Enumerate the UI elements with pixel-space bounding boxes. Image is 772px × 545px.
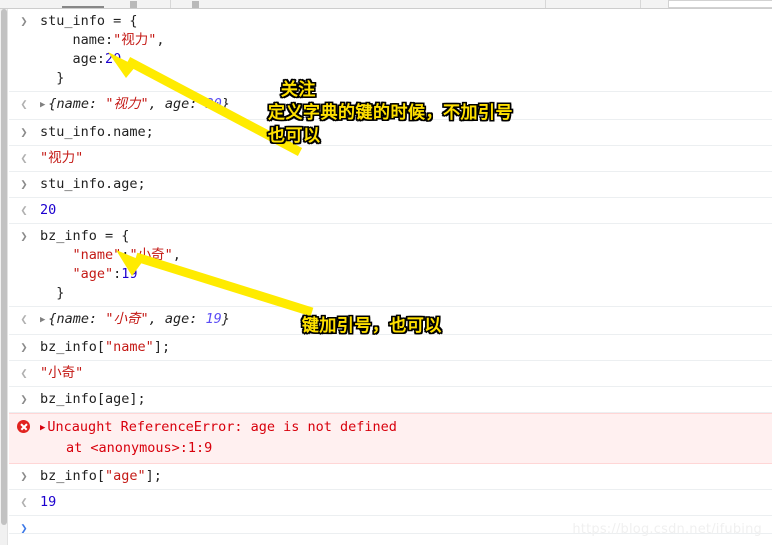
code-token: bz_info[ xyxy=(40,339,106,355)
row-input-bz-info-bracket-age-quoted-text: bz_info["age"]; xyxy=(40,467,772,486)
code-token: = xyxy=(113,13,130,29)
devtools-toolbar[interactable] xyxy=(0,0,772,9)
code-token: 19 xyxy=(205,311,222,327)
row-input-bz-info-assign[interactable]: ❯ bz_info = { "name":"小奇", "age":19 } xyxy=(9,224,772,307)
error-message-line1: Uncaught ReferenceError: age is not defi… xyxy=(47,419,397,435)
row-error-reference-error[interactable]: ▶ Uncaught ReferenceError: age is not def… xyxy=(9,413,772,464)
row-output-stu-info-object[interactable]: ❮ ▶ {name: "视力", age: 20} xyxy=(9,92,772,120)
row-input-bz-info-bracket-name[interactable]: ❯ bz_info["name"]; xyxy=(9,335,772,361)
input-prompt-icon: ❯ xyxy=(20,469,28,483)
row-input-stu-info-name-text: stu_info.name; xyxy=(40,123,772,142)
error-icon xyxy=(17,420,30,433)
code-token: "age" xyxy=(72,266,114,282)
code-token: "视力" xyxy=(40,150,84,166)
row-output-bz-info-bracket-name-text: "小奇" xyxy=(40,364,772,383)
code-token: "name" xyxy=(105,339,154,355)
row-output-bz-info-bracket-age-quoted[interactable]: ❮ 19 xyxy=(9,490,772,516)
toolbar-divider xyxy=(545,0,546,8)
filter-input[interactable] xyxy=(668,0,772,8)
toolbar-divider xyxy=(170,0,171,8)
row-input-stu-info-assign-text: stu_info = { name:"视力", age:20 } xyxy=(40,12,772,88)
row-input-stu-info-age-text: stu_info.age; xyxy=(40,175,772,194)
input-prompt-icon: ❯ xyxy=(20,177,28,191)
code-token: "视力" xyxy=(113,32,157,48)
output-marker-icon: ❮ xyxy=(20,312,28,326)
row-output-stu-info-name[interactable]: ❮ "视力" xyxy=(9,146,772,172)
input-prompt-icon: ❯ xyxy=(20,125,28,139)
console-scrollbar[interactable] xyxy=(0,9,8,545)
row-output-stu-info-object-text: ▶ {name: "视力", age: 20} xyxy=(40,95,772,116)
code-token: stu_info.age; xyxy=(40,176,146,192)
code-token: "小奇" xyxy=(129,247,173,263)
error-message: ▶ Uncaught ReferenceError: age is not def… xyxy=(40,418,772,458)
code-token: , age: xyxy=(148,96,206,112)
code-token: "视力" xyxy=(105,96,149,112)
code-token: } xyxy=(56,70,65,86)
row-output-bz-info-bracket-name[interactable]: ❮ "小奇" xyxy=(9,361,772,387)
code-token: stu_info xyxy=(40,13,114,29)
code-token: "age" xyxy=(105,468,146,484)
row-input-bz-info-bracket-age-unquoted-text: bz_info[age]; xyxy=(40,390,772,409)
row-output-bz-info-object-text: ▶ {name: "小奇", age: 19} xyxy=(40,310,772,331)
output-marker-icon: ❮ xyxy=(20,97,28,111)
input-prompt-icon: ❯ xyxy=(20,521,28,535)
clear-console-icon[interactable] xyxy=(130,1,137,8)
row-input-bz-info-bracket-name-text: bz_info["name"]; xyxy=(40,338,772,357)
code-token: 20 xyxy=(40,202,57,218)
code-token: ]; xyxy=(153,339,171,355)
console-message-list: ❯ stu_info = { name:"视力", age:20 } ❮ ▶ {name… xyxy=(9,9,772,535)
row-input-stu-info-age[interactable]: ❯ stu_info.age; xyxy=(9,172,772,198)
expand-caret-icon[interactable]: ▶ xyxy=(40,96,45,115)
code-token: 19 xyxy=(121,266,138,282)
code-token: bz_info[ xyxy=(40,468,106,484)
code-token: } xyxy=(56,285,65,301)
code-token: "name" xyxy=(72,247,122,263)
input-prompt-icon: ❯ xyxy=(20,340,28,354)
code-token: bz_info xyxy=(40,228,106,244)
output-marker-icon: ❮ xyxy=(20,203,28,217)
input-prompt-icon: ❯ xyxy=(20,14,28,28)
code-token: "小奇" xyxy=(105,311,149,327)
code-token: ]; xyxy=(145,468,162,484)
code-token: "小奇" xyxy=(40,365,84,381)
row-input-bz-info-assign-text: bz_info = { "name":"小奇", "age":19 } xyxy=(40,227,772,303)
error-message-line2: at <anonymous>:1:9 xyxy=(66,440,213,456)
code-token: } xyxy=(221,311,230,327)
console-panel[interactable]: ❯ stu_info = { name:"视力", age:20 } ❮ ▶ {name… xyxy=(0,9,772,545)
row-output-stu-info-age[interactable]: ❮ 20 xyxy=(9,198,772,224)
code-token: , age: xyxy=(148,311,206,327)
row-output-bz-info-object[interactable]: ❮ ▶ {name: "小奇", age: 19} xyxy=(9,307,772,335)
input-prompt-icon: ❯ xyxy=(20,229,28,243)
row-input-bz-info-bracket-age-unquoted[interactable]: ❯ bz_info[age]; xyxy=(9,387,772,413)
tab-console[interactable] xyxy=(62,0,104,8)
row-input-stu-info-assign[interactable]: ❯ stu_info = { name:"视力", age:20 } xyxy=(9,9,772,92)
code-token: 20 xyxy=(205,96,222,112)
expand-caret-icon[interactable]: ▶ xyxy=(40,419,45,438)
row-output-stu-info-age-text: 20 xyxy=(40,201,772,220)
watermark: https://blog.csdn.net/ifubing xyxy=(572,522,762,537)
code-token: {name: xyxy=(48,96,106,112)
code-token: bz_info[age]; xyxy=(40,391,146,407)
expand-caret-icon[interactable]: ▶ xyxy=(40,311,45,330)
row-input-stu-info-name[interactable]: ❯ stu_info.name; xyxy=(9,120,772,146)
input-prompt-icon: ❯ xyxy=(20,392,28,406)
code-token: 19 xyxy=(40,494,57,510)
toolbar-divider xyxy=(640,0,641,8)
scrollbar-thumb[interactable] xyxy=(1,9,7,525)
output-marker-icon: ❮ xyxy=(20,495,28,509)
code-token: stu_info.name; xyxy=(40,124,154,140)
row-input-bz-info-bracket-age-quoted[interactable]: ❯ bz_info["age"]; xyxy=(9,464,772,490)
output-marker-icon: ❮ xyxy=(20,151,28,165)
row-output-bz-info-bracket-age-quoted-text: 19 xyxy=(40,493,772,512)
code-token: {name: xyxy=(48,311,106,327)
row-output-stu-info-name-text: "视力" xyxy=(40,149,772,168)
code-token: } xyxy=(221,96,230,112)
filter-icon[interactable] xyxy=(192,1,199,8)
code-token: 20 xyxy=(105,51,122,67)
code-token: = xyxy=(105,228,122,244)
output-marker-icon: ❮ xyxy=(20,366,28,380)
